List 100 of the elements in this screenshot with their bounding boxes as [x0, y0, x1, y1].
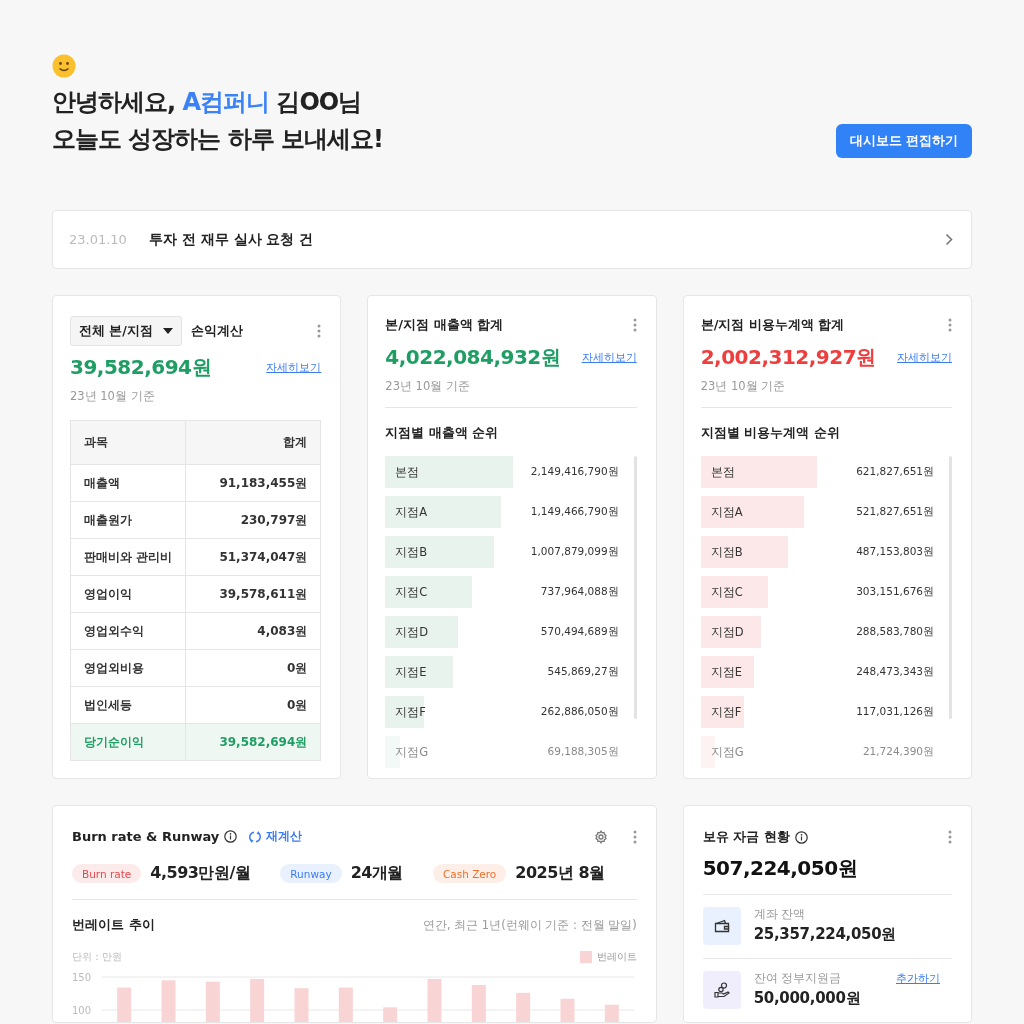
chevron-right-icon[interactable] [945, 233, 953, 246]
branch-amount: 117,031,126원 [856, 705, 934, 719]
chart-bar [205, 981, 220, 1022]
unit-label: 단위 : 만원 [72, 950, 122, 964]
table-cell: 39,582,694원 [185, 723, 321, 761]
card-title: 손익계산 [190, 322, 243, 340]
metric-value: 2025년 8월 [515, 863, 605, 884]
wallet-icon [713, 919, 730, 933]
branch-name: 지점F [710, 704, 742, 720]
total-amount: 39,582,694원 [70, 354, 212, 381]
branch-name: 지점G [395, 744, 429, 760]
table-cell: 0원 [185, 649, 321, 687]
more-icon[interactable] [948, 830, 952, 844]
branch-name: 지점F [395, 704, 426, 720]
branch-amount: 1,149,466,790원 [530, 505, 619, 519]
legend-swatch [579, 951, 592, 963]
metric-tag: Cash Zero [432, 864, 507, 883]
more-icon[interactable] [632, 829, 637, 844]
notice-bar[interactable]: 23.01.10 투자 전 재무 실사 요청 건 [52, 210, 972, 269]
axis-label: 100 [72, 1004, 92, 1016]
fund-amount: 25,357,224,050원 [753, 925, 898, 944]
table-cell: 0원 [185, 686, 321, 724]
chart-bar [383, 1007, 398, 1022]
table-cell: 영업외비용 [70, 649, 186, 687]
branch-amount: 570,494,689원 [540, 625, 619, 639]
branch-name: 지점D [710, 624, 744, 640]
column-header: 과목 [70, 420, 186, 465]
more-icon[interactable] [317, 324, 322, 338]
branch-amount: 262,886,050원 [540, 705, 619, 719]
branch-name: 지점E [395, 664, 427, 680]
metric-value: 4,593만원/월 [150, 863, 251, 884]
branch-name: 본점 [395, 464, 420, 480]
legend-label: 번레이트 [596, 950, 637, 964]
branch-name: 지점D [395, 624, 429, 640]
greeting-heading: 안녕하세요, A컴퍼니 김OO님 [52, 87, 363, 118]
table-cell: 판매비와 관리비 [70, 538, 186, 576]
more-icon[interactable] [948, 318, 952, 332]
axis-label: 150 [72, 971, 92, 983]
column-header: 합계 [185, 420, 321, 465]
branch-amount: 621,827,651원 [856, 465, 934, 479]
table-cell: 매출액 [70, 464, 186, 502]
card-title: 보유 자금 현황 [702, 828, 790, 846]
table-cell: 매출원가 [70, 501, 186, 539]
add-link[interactable]: 추가하기 [896, 971, 940, 986]
table-cell: 39,578,611원 [185, 575, 321, 613]
fund-label: 계좌 잔액 [753, 907, 806, 922]
branch-amount: 487,153,803원 [856, 545, 934, 559]
info-icon[interactable] [794, 830, 808, 844]
edit-dashboard-button[interactable]: 대시보드 편집하기 [835, 124, 972, 158]
table-cell: 당기순이익 [70, 723, 186, 761]
branch-amount: 737,964,088원 [540, 585, 619, 599]
chart-bar [471, 984, 486, 1022]
branch-name: 지점C [710, 584, 743, 600]
basis-date: 23년 10월 기준 [700, 379, 787, 394]
fund-label: 잔여 정부지원금 [753, 971, 842, 986]
details-link[interactable]: 자세히보기 [581, 350, 637, 365]
branch-name: 지점E [710, 664, 742, 680]
refresh-icon [248, 829, 263, 844]
notice-date: 23.01.10 [69, 232, 127, 247]
basis-date: 23년 10월 기준 [70, 389, 156, 404]
details-link[interactable]: 자세히보기 [266, 360, 322, 375]
chart-bar [516, 992, 531, 1022]
settings-icon[interactable] [593, 829, 608, 844]
more-icon[interactable] [632, 318, 637, 332]
table-cell: 영업이익 [70, 575, 186, 613]
branch-amount: 545,869,27원 [547, 665, 619, 679]
table-cell: 영업외수익 [70, 612, 186, 650]
branch-amount: 2,149,416,790원 [530, 465, 619, 479]
chart-bar [294, 988, 309, 1022]
branch-amount: 1,007,879,099원 [530, 545, 619, 559]
table-cell: 4,083원 [185, 612, 321, 650]
greeting-subheading: 오늘도 성장하는 하루 보내세요! [52, 124, 383, 155]
chart-bar [338, 987, 353, 1022]
recalculate-button[interactable]: 재계산 [248, 828, 303, 845]
branch-dropdown[interactable]: 전체 본/지점 [70, 316, 182, 346]
section-title: 번레이트 추이 [72, 916, 155, 934]
fund-amount: 50,000,000원 [753, 989, 862, 1008]
branch-name: 본점 [710, 464, 735, 480]
branch-name: 지점C [395, 584, 428, 600]
table-cell: 법인세등 [70, 686, 186, 724]
chart-bar [117, 987, 132, 1022]
coin-hand-icon [713, 982, 730, 998]
caret-icon [162, 328, 173, 334]
details-link[interactable]: 자세히보기 [897, 350, 952, 365]
metric-tag: Burn rate [72, 864, 142, 883]
branch-amount: 288,583,780원 [856, 625, 934, 639]
branch-amount: 521,827,651원 [856, 505, 934, 519]
chart-bar [604, 1004, 619, 1022]
table-cell: 51,374,047원 [185, 538, 321, 576]
info-icon[interactable] [224, 830, 238, 843]
total-amount: 4,022,084,932원 [385, 344, 561, 371]
notice-title: 투자 전 재무 실사 요청 건 [148, 230, 314, 249]
basis-date: 23년 10월 기준 [385, 379, 471, 394]
trend-note: 연간, 최근 1년(런웨이 기준 : 전월 말일) [422, 917, 637, 933]
table-cell: 230,797원 [185, 501, 321, 539]
card-title: 본/지점 비용누계액 합계 [700, 316, 845, 334]
chart-bar [427, 979, 442, 1022]
branch-name: 지점G [710, 744, 744, 760]
card-title: Burn rate & Runway [72, 829, 220, 844]
branch-name: 지점B [395, 544, 428, 560]
